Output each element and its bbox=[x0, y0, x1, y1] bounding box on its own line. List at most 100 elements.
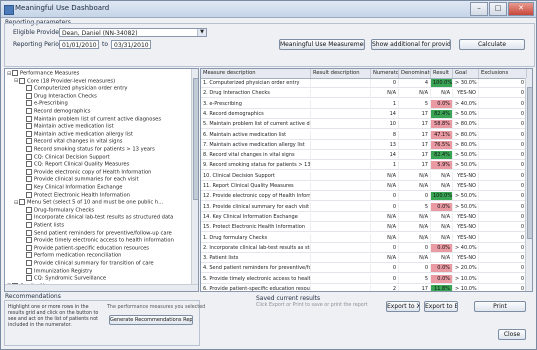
col-goal[interactable]: Goal bbox=[453, 69, 479, 78]
table-row[interactable]: 12. Provide electronic copy of Health In… bbox=[201, 192, 532, 202]
tree-checkbox[interactable] bbox=[26, 237, 32, 244]
tree-checkbox[interactable] bbox=[26, 153, 32, 160]
tree-checkbox[interactable] bbox=[19, 199, 25, 206]
tree-item[interactable]: Provide clinical summary for transition … bbox=[21, 260, 154, 267]
tree-item[interactable]: Patient lists bbox=[21, 222, 64, 229]
meaningful-use-button[interactable]: Meaningful Use Measurements bbox=[279, 39, 365, 50]
tree-checkbox[interactable] bbox=[26, 92, 32, 99]
tree-item[interactable]: CQ: Report Clinical Quality Measures bbox=[21, 161, 129, 168]
measures-tree[interactable]: ⊟ Performance Measures ⊟ Core (18 Provider-… bbox=[4, 68, 199, 292]
tree-checkbox[interactable] bbox=[26, 244, 32, 251]
tree-checkbox[interactable] bbox=[26, 176, 32, 183]
tree-checkbox[interactable] bbox=[19, 77, 25, 84]
minimize-button[interactable]: – bbox=[470, 2, 488, 16]
tree-checkbox[interactable] bbox=[26, 275, 32, 282]
tree-checkbox[interactable] bbox=[26, 123, 32, 130]
table-row[interactable]: 1. Drug formulary Checks N/A N/A N/A YES-NO 0 bbox=[201, 233, 532, 243]
show-additional-button[interactable]: Show additional for provider bbox=[371, 39, 451, 50]
grid-vertical-scrollbar[interactable] bbox=[525, 78, 532, 291]
tree-item[interactable]: ⊟ Core (18 Provider-level measures) bbox=[14, 77, 115, 85]
tree-item[interactable]: Drug Interaction Checks bbox=[21, 92, 97, 100]
tree-item[interactable]: Record vital changes in vital signs bbox=[21, 138, 122, 145]
table-row[interactable]: 3. Patient lists N/A N/A N/A YES-NO 0 bbox=[201, 254, 532, 264]
tree-item[interactable]: Drug-formulary Checks bbox=[21, 206, 94, 214]
tree-item[interactable]: e-Prescribing bbox=[21, 100, 68, 107]
tree-checkbox[interactable] bbox=[26, 130, 32, 137]
tree-checkbox[interactable] bbox=[26, 184, 32, 190]
tree-item[interactable]: Computerized physician order entry bbox=[21, 85, 128, 92]
tree-item[interactable]: Provide timely electronic access to heal… bbox=[21, 237, 174, 244]
tree-checkbox[interactable] bbox=[26, 161, 32, 168]
table-row[interactable]: 15. Protect Electronic Health Informatio… bbox=[201, 223, 532, 233]
tree-item[interactable]: Maintain active medication allergy list bbox=[21, 130, 133, 138]
tree-item[interactable]: Incorporate clinical lab-test results as… bbox=[21, 214, 173, 221]
table-row[interactable]: 5. Provide timely electronic access to h… bbox=[201, 274, 532, 284]
tree-item[interactable]: Key Clinical Information Exchange bbox=[21, 184, 122, 191]
tree-checkbox[interactable] bbox=[26, 229, 32, 236]
tree-checkbox[interactable] bbox=[26, 191, 32, 198]
close-button[interactable]: Close bbox=[498, 329, 526, 340]
table-row[interactable]: 9. Record smoking status for patients > … bbox=[201, 161, 532, 171]
tree-checkbox[interactable] bbox=[26, 100, 32, 107]
results-grid[interactable]: Measure description Result description N… bbox=[200, 68, 533, 292]
generate-recommendations-button[interactable]: Generate Recommendations Report bbox=[109, 315, 193, 325]
export-xml-button[interactable]: Export to XML bbox=[386, 301, 420, 312]
tree-item[interactable]: Record demographics bbox=[21, 108, 90, 115]
tree-checkbox[interactable] bbox=[26, 108, 32, 114]
tree-checkbox[interactable] bbox=[26, 267, 32, 274]
table-row[interactable]: 4. Send patient reminders for preventive… bbox=[201, 264, 532, 274]
table-row[interactable]: 4. Record demographics 14 17 82.4% > 50.0% 0 bbox=[201, 109, 532, 119]
table-row[interactable]: 10. Clinical Decision Support N/A N/A N/A YE… bbox=[201, 171, 532, 181]
export-excel-button[interactable]: Export to Excel bbox=[424, 301, 458, 312]
tree-item[interactable]: CQ: Syndromic Surveillance bbox=[21, 275, 106, 282]
table-row[interactable]: 5. Maintain problem list of current acti… bbox=[201, 120, 532, 130]
tree-item[interactable]: Provide patient-specific education resou… bbox=[21, 244, 149, 252]
table-row[interactable]: 11. Report Clinical Quality Measures N/A N… bbox=[201, 182, 532, 191]
tree-checkbox[interactable] bbox=[26, 85, 32, 92]
table-row[interactable]: 7. Maintain active medication allergy li… bbox=[201, 140, 532, 150]
tree-checkbox[interactable] bbox=[26, 168, 32, 175]
print-button[interactable]: Print bbox=[474, 301, 526, 312]
tree-checkbox[interactable] bbox=[26, 222, 32, 228]
table-row[interactable]: 6. Provide patient-specific education re… bbox=[201, 285, 532, 291]
tree-item[interactable]: ⊟ Menu Set (select 5 of 10 and must be on… bbox=[14, 199, 163, 206]
tree-checkbox[interactable] bbox=[12, 70, 18, 76]
provider-select[interactable]: Dean, Daniel (NN-34082) ▼ bbox=[59, 28, 207, 37]
table-row[interactable]: 3. e-Prescribing 1 5 0.0% > 40.0% 0 bbox=[201, 99, 532, 109]
tree-item[interactable]: ⊟ Performance Measures bbox=[7, 70, 79, 77]
table-row[interactable]: 2. Drug Interaction Checks N/A N/A N/A YES-N… bbox=[201, 89, 532, 99]
tree-checkbox[interactable] bbox=[26, 206, 32, 213]
col-result-desc[interactable]: Result description bbox=[311, 69, 371, 78]
table-row[interactable]: 2. Incorporate clinical lab-test results… bbox=[201, 243, 532, 253]
tree-checkbox[interactable] bbox=[26, 260, 32, 266]
tree-checkbox[interactable] bbox=[26, 146, 32, 152]
tree-item[interactable]: Maintain active medication list bbox=[21, 123, 114, 130]
to-date-field[interactable]: 03/31/2010 bbox=[111, 40, 151, 49]
tree-item[interactable]: Perform medication reconciliation bbox=[21, 252, 121, 259]
tree-item[interactable]: Provide electronic copy of Health Inform… bbox=[21, 168, 151, 176]
tree-checkbox[interactable] bbox=[26, 115, 32, 122]
table-row[interactable]: 14. Key Clinical Information Exchange N/A… bbox=[201, 212, 532, 222]
table-row[interactable]: 1. Computerized physician order entry 0 4 1… bbox=[201, 79, 532, 88]
tree-item[interactable]: Protect Electronic Health Information bbox=[21, 191, 130, 199]
tree-item[interactable]: Provide clinical summaries for each visi… bbox=[21, 176, 138, 183]
col-exclusions[interactable]: Exclusions bbox=[479, 69, 527, 78]
table-row[interactable]: 8. Record vital changes in vital signs 14… bbox=[201, 151, 532, 161]
col-denominator[interactable]: Denominator bbox=[399, 69, 431, 78]
from-date-field[interactable]: 01/01/2010 bbox=[59, 40, 99, 49]
col-measure[interactable]: Measure description bbox=[201, 69, 311, 78]
tree-item[interactable]: Immunization Registry bbox=[21, 267, 92, 275]
tree-checkbox[interactable] bbox=[26, 138, 32, 145]
tree-checkbox[interactable] bbox=[26, 252, 32, 259]
col-result[interactable]: Result bbox=[431, 69, 453, 78]
tree-item[interactable]: Maintain problem list of current active … bbox=[21, 115, 161, 123]
tree-item[interactable]: Record smoking status for patients > 13 … bbox=[21, 146, 155, 153]
table-row[interactable]: 6. Maintain active medication list 8 17 47.… bbox=[201, 130, 532, 140]
tree-item[interactable]: CQ: Clinical Decision Support bbox=[21, 153, 110, 161]
tree-horizontal-scrollbar[interactable] bbox=[5, 284, 198, 291]
tree-item[interactable]: Send patient reminders for preventive/fo… bbox=[21, 229, 172, 237]
table-row[interactable]: 13. Provide clinical summary for each vi… bbox=[201, 202, 532, 212]
calculate-button[interactable]: Calculate bbox=[459, 39, 525, 50]
maximize-button[interactable]: □ bbox=[489, 2, 507, 16]
tree-checkbox[interactable] bbox=[26, 214, 32, 221]
